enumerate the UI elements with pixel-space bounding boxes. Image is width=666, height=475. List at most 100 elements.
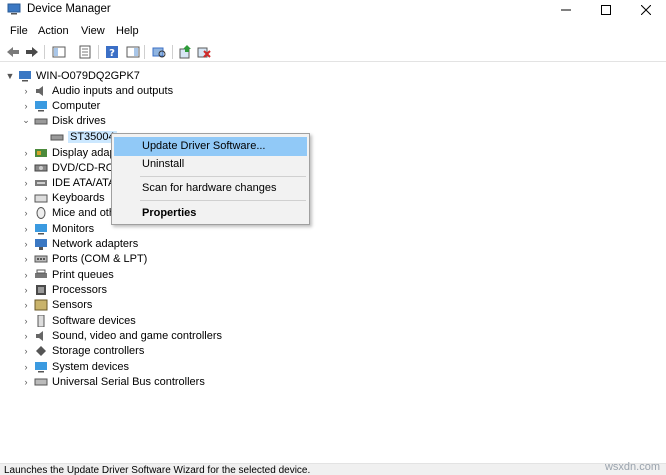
- tree-item-label: Mice and oth: [52, 206, 115, 219]
- properties-menu-item[interactable]: Properties: [114, 204, 307, 223]
- menu-help[interactable]: Help: [116, 25, 139, 37]
- tree-item-display[interactable]: › Display adap: [20, 145, 116, 160]
- update-driver-icon[interactable]: [177, 44, 193, 60]
- close-button[interactable]: [626, 0, 666, 20]
- collapse-arrow-icon[interactable]: ›: [20, 331, 32, 341]
- collapse-arrow-icon[interactable]: ›: [20, 101, 32, 111]
- collapse-arrow-icon[interactable]: ›: [20, 208, 32, 218]
- tree-root[interactable]: ▼ WIN-O079DQ2GPK7: [4, 68, 140, 83]
- collapse-arrow-icon[interactable]: ›: [20, 224, 32, 234]
- collapse-arrow-icon[interactable]: ›: [20, 300, 32, 310]
- tree-item-label: Software devices: [52, 314, 136, 327]
- tree-item-network[interactable]: › Network adapters: [20, 236, 138, 251]
- expand-arrow-icon[interactable]: ⌄: [20, 115, 32, 126]
- tree-item-usb[interactable]: › Universal Serial Bus controllers: [20, 374, 205, 389]
- keyboard-icon: [34, 194, 48, 202]
- menu-bar: File Action View Help: [0, 22, 666, 40]
- monitor-icon: [35, 223, 47, 234]
- tree-item-label: Monitors: [52, 222, 95, 235]
- maximize-button[interactable]: [586, 0, 626, 20]
- tree-item-label: Computer: [52, 99, 101, 112]
- tree-root-label: WIN-O079DQ2GPK7: [36, 69, 140, 82]
- tree-item-system-devices[interactable]: › System devices: [20, 359, 130, 374]
- collapse-arrow-icon[interactable]: ›: [20, 178, 32, 188]
- menu-action[interactable]: Action: [38, 25, 69, 37]
- tree-item-keyboards[interactable]: › Keyboards: [20, 190, 105, 205]
- collapse-arrow-icon[interactable]: ›: [20, 270, 32, 280]
- tree-item-sound[interactable]: › Sound, video and game controllers: [20, 328, 223, 343]
- tree-item-label: Keyboards: [52, 191, 105, 204]
- tree-item-disk-drives[interactable]: ⌄ Disk drives: [20, 113, 106, 128]
- action-pane-icon[interactable]: [125, 44, 141, 60]
- monitor-icon: [35, 361, 47, 372]
- tree-item-print-queues[interactable]: › Print queues: [20, 267, 114, 282]
- tree-item-computer[interactable]: › Computer: [20, 98, 101, 113]
- tree-item-label: Audio inputs and outputs: [52, 84, 174, 97]
- tree-item-label: Sensors: [52, 298, 93, 311]
- tree-item-label: Disk drives: [52, 114, 106, 127]
- tree-item-dvd[interactable]: › DVD/CD-RO: [20, 160, 115, 175]
- storage-controller-icon: [36, 345, 46, 356]
- back-arrow-icon[interactable]: [5, 44, 21, 60]
- forward-arrow-icon[interactable]: [24, 44, 40, 60]
- window-title: Device Manager: [27, 3, 111, 15]
- collapse-arrow-icon[interactable]: ›: [20, 377, 32, 387]
- computer-icon: [19, 70, 31, 81]
- tree-item-label: Display adap: [52, 146, 116, 159]
- tree-item-ports[interactable]: › Ports (COM & LPT): [20, 251, 148, 266]
- toolbar-divider: [144, 45, 145, 59]
- tree-item-ide[interactable]: › IDE ATA/ATA: [20, 175, 116, 190]
- collapse-arrow-icon[interactable]: ›: [20, 86, 32, 96]
- tree-item-label: Sound, video and game controllers: [52, 329, 222, 342]
- collapse-arrow-icon[interactable]: ›: [20, 239, 32, 249]
- properties-icon[interactable]: [77, 44, 93, 60]
- tree-item-storage[interactable]: › Storage controllers: [20, 343, 145, 358]
- speaker-icon: [36, 85, 43, 96]
- collapse-arrow-icon[interactable]: ›: [20, 148, 32, 158]
- menu-view[interactable]: View: [81, 25, 105, 37]
- scan-hardware-icon[interactable]: [151, 44, 167, 60]
- help-icon[interactable]: ?: [104, 44, 120, 60]
- tree-item-sensors[interactable]: › Sensors: [20, 297, 93, 312]
- uninstall-menu-item[interactable]: Uninstall: [114, 155, 307, 174]
- software-device-icon: [37, 314, 45, 327]
- ide-controller-icon: [35, 179, 47, 186]
- tree-item-mice[interactable]: › Mice and oth: [20, 205, 115, 220]
- device-tree: ▼ WIN-O079DQ2GPK7 › Audio inputs and out…: [0, 64, 666, 461]
- speaker-icon: [36, 330, 43, 341]
- tree-item-monitors[interactable]: › Monitors: [20, 221, 95, 236]
- expand-arrow-icon[interactable]: ▼: [4, 71, 16, 81]
- disk-drive-icon: [50, 134, 64, 140]
- minimize-button[interactable]: [546, 0, 586, 20]
- processor-icon: [36, 284, 46, 295]
- menu-file[interactable]: File: [10, 25, 28, 37]
- tree-item-label: Processors: [52, 283, 108, 296]
- tree-item-software-devices[interactable]: › Software devices: [20, 313, 136, 328]
- printer-icon: [35, 269, 47, 278]
- collapse-arrow-icon[interactable]: ›: [20, 193, 32, 203]
- tree-item-processors[interactable]: › Processors: [20, 282, 108, 297]
- scan-hardware-menu-item[interactable]: Scan for hardware changes: [114, 179, 307, 198]
- collapse-arrow-icon[interactable]: ›: [20, 254, 32, 264]
- svg-text:?: ?: [109, 48, 115, 59]
- collapse-arrow-icon[interactable]: ›: [20, 163, 32, 173]
- status-text: Launches the Update Driver Software Wiza…: [4, 465, 311, 475]
- collapse-arrow-icon[interactable]: ›: [20, 285, 32, 295]
- tree-item-audio[interactable]: › Audio inputs and outputs: [20, 83, 174, 98]
- tree-item-disk-device[interactable]: ST35004: [50, 129, 117, 144]
- network-adapter-icon: [35, 238, 47, 250]
- show-hide-tree-icon[interactable]: [51, 44, 67, 60]
- collapse-arrow-icon[interactable]: ›: [20, 316, 32, 326]
- tree-item-label: IDE ATA/ATA: [52, 176, 116, 189]
- uninstall-device-icon[interactable]: [196, 44, 212, 60]
- watermark: wsxdn.com: [604, 461, 660, 473]
- collapse-arrow-icon[interactable]: ›: [20, 362, 32, 372]
- tree-item-label: Storage controllers: [52, 344, 145, 357]
- update-driver-menu-item[interactable]: Update Driver Software...: [114, 137, 307, 156]
- disk-drive-icon: [34, 118, 48, 124]
- tree-item-label: Network adapters: [52, 237, 139, 250]
- collapse-arrow-icon[interactable]: ›: [20, 346, 32, 356]
- monitor-icon: [35, 100, 47, 111]
- port-icon: [34, 255, 48, 262]
- toolbar: ?: [0, 42, 666, 62]
